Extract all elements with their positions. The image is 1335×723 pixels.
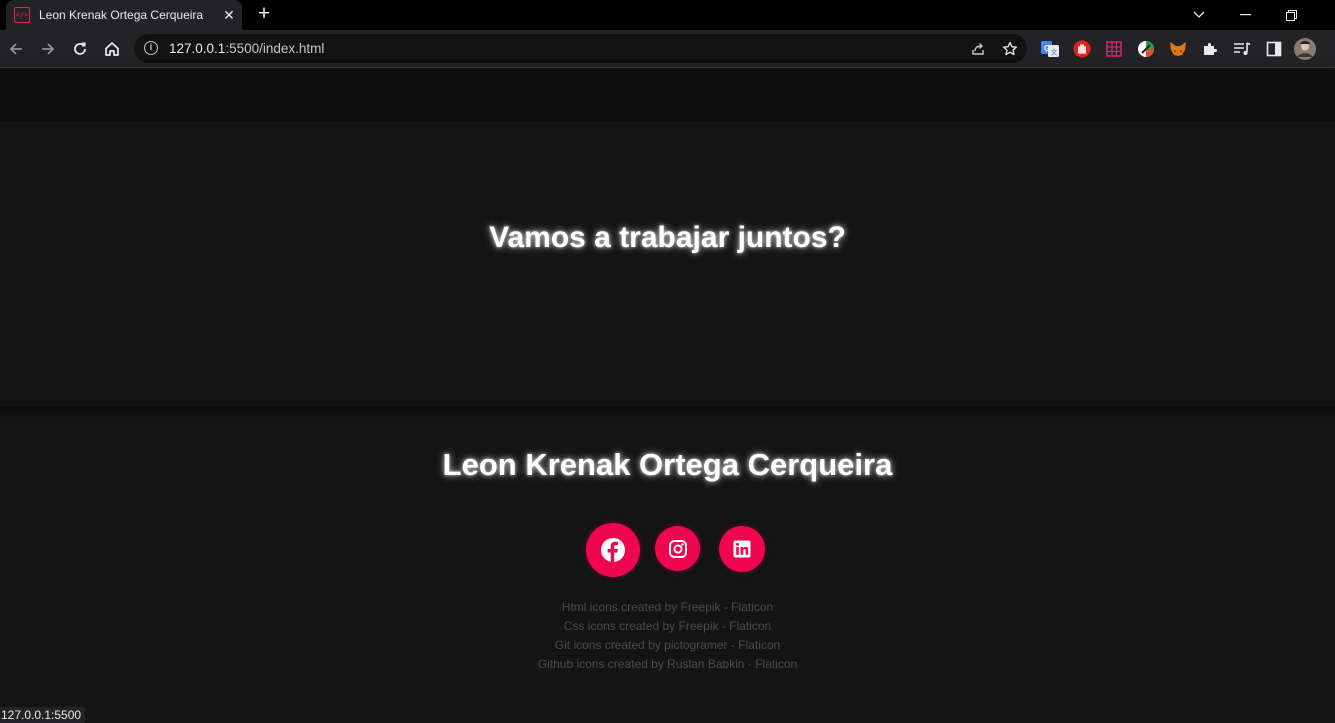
grid-extension-icon[interactable] (1104, 39, 1124, 59)
color-wheel-icon[interactable] (1136, 39, 1156, 59)
tab-title: Leon Krenak Ortega Cerqueira (39, 8, 204, 22)
linkedin-icon (733, 540, 751, 558)
profile-avatar[interactable] (1294, 38, 1316, 60)
home-icon[interactable] (100, 37, 124, 61)
status-url-bubble: 127.0.0.1:5500 (0, 707, 86, 723)
site-info-icon[interactable]: i (144, 41, 158, 55)
credit-line[interactable]: Git icons created by pictogramer - Flati… (0, 636, 1335, 655)
bookmark-star-icon[interactable] (1000, 39, 1020, 59)
side-panel-icon[interactable] (1264, 39, 1284, 59)
browser-tab-active[interactable]: </> Leon Krenak Ortega Cerqueira ✕ (6, 0, 242, 30)
tab-search-icon[interactable] (1176, 0, 1222, 30)
linkedin-button[interactable] (719, 526, 765, 572)
address-bar[interactable]: i 127.0.0.1:5500/index.html (134, 34, 1027, 63)
icon-credits: Html icons created by Freepik - Flaticon… (0, 598, 1335, 674)
section-divider (0, 407, 1335, 410)
facebook-button[interactable] (586, 523, 640, 577)
forward-arrow-icon[interactable] (36, 37, 60, 61)
cta-title: Vamos a trabajar juntos? (489, 221, 846, 254)
new-tab-button[interactable]: + (252, 3, 276, 27)
svg-text:G: G (1044, 44, 1050, 53)
url-host: 127.0.0.1 (169, 41, 226, 56)
browser-toolbar: i 127.0.0.1:5500/index.html G文 (0, 30, 1335, 68)
instagram-button[interactable] (655, 526, 700, 571)
metamask-fox-icon[interactable] (1168, 39, 1188, 59)
url-text: 127.0.0.1:5500/index.html (169, 41, 324, 56)
google-translate-icon[interactable]: G文 (1040, 39, 1060, 59)
facebook-icon (601, 538, 625, 562)
credit-line[interactable]: Css icons created by Freepik - Flaticon (0, 617, 1335, 636)
close-window-button[interactable] (1314, 0, 1335, 30)
puzzle-extensions-icon[interactable] (1200, 39, 1220, 59)
media-queue-icon[interactable] (1232, 39, 1252, 59)
credit-line[interactable]: Html icons created by Freepik - Flaticon (0, 598, 1335, 617)
code-favicon-icon: </> (14, 7, 30, 23)
svg-text:文: 文 (1051, 48, 1058, 57)
credit-line[interactable]: Github icons created by Ruslan Babkin - … (0, 655, 1335, 674)
share-icon[interactable] (968, 39, 988, 59)
url-path: :5500/index.html (225, 41, 325, 56)
contact-section (0, 121, 1335, 408)
web-page: Vamos a trabajar juntos? Leon Krenak Ort… (0, 69, 1335, 723)
tab-close-icon[interactable]: ✕ (216, 7, 242, 24)
minimize-button[interactable] (1222, 0, 1268, 30)
tab-strip: </> Leon Krenak Ortega Cerqueira ✕ + (0, 0, 1335, 30)
back-arrow-icon[interactable] (4, 37, 28, 61)
restore-button[interactable] (1268, 0, 1314, 30)
instagram-icon (668, 539, 687, 558)
site-header (0, 69, 1335, 121)
stop-hand-icon[interactable] (1072, 39, 1092, 59)
reload-icon[interactable] (68, 37, 92, 61)
footer-name: Leon Krenak Ortega Cerqueira (442, 447, 893, 482)
